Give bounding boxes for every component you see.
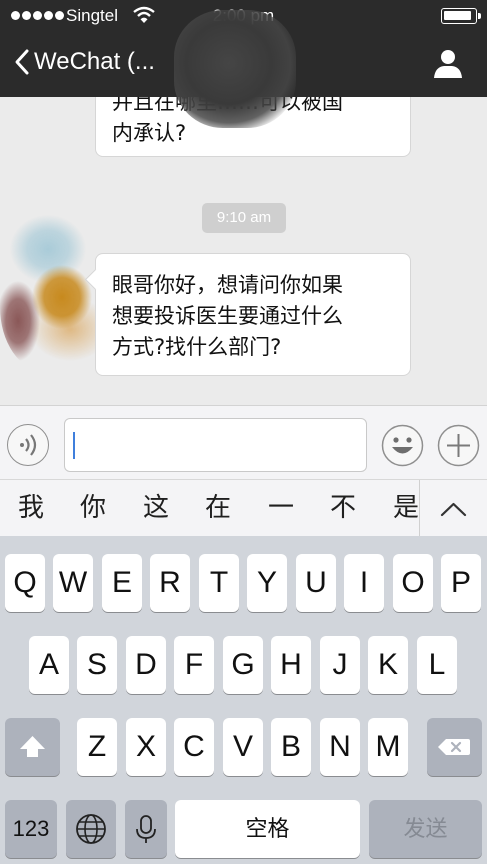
key-c[interactable]: C <box>174 718 214 776</box>
key-g[interactable]: G <box>223 636 263 694</box>
key-d[interactable]: D <box>126 636 166 694</box>
message-timestamp: 9:10 am <box>202 203 286 233</box>
chevron-left-icon <box>15 49 29 75</box>
microphone-icon <box>136 815 156 843</box>
candidate-word[interactable]: 我 <box>6 480 56 537</box>
redaction-scribble <box>174 10 296 128</box>
key-w[interactable]: W <box>53 554 93 612</box>
voice-icon <box>20 434 37 456</box>
chat-title: WeChat (... <box>34 48 155 75</box>
key-j[interactable]: J <box>320 636 360 694</box>
message-line: 眼哥你好，想请问你如果 <box>112 273 343 297</box>
shift-key[interactable] <box>5 718 60 776</box>
shift-icon <box>20 736 45 757</box>
key-t[interactable]: T <box>199 554 239 612</box>
voice-input-button[interactable] <box>7 424 49 466</box>
key-s[interactable]: S <box>77 636 117 694</box>
emoji-icon[interactable] <box>381 424 424 467</box>
message-bubble[interactable]: 眼哥你好，想请问你如果 想要投诉医生要通过什么 方式?找什么部门? <box>95 253 411 376</box>
contact-profile-icon[interactable] <box>432 48 464 80</box>
backspace-icon <box>438 739 470 755</box>
key-q[interactable]: Q <box>5 554 45 612</box>
candidate-word[interactable]: 不 <box>318 480 368 537</box>
candidate-word[interactable]: 你 <box>68 480 118 537</box>
key-z[interactable]: Z <box>77 718 117 776</box>
space-key[interactable]: 空格 <box>175 800 360 858</box>
candidate-bar: 我 你 这 在 一 不 是 <box>0 479 487 537</box>
message-line: 方式?找什么部门? <box>112 335 282 359</box>
key-p[interactable]: P <box>441 554 481 612</box>
plus-icon[interactable] <box>437 424 480 467</box>
candidate-word[interactable]: 这 <box>131 480 181 537</box>
key-o[interactable]: O <box>393 554 433 612</box>
key-y[interactable]: Y <box>247 554 287 612</box>
message-input-bar <box>0 405 487 479</box>
send-key[interactable]: 发送 <box>369 800 482 858</box>
key-f[interactable]: F <box>174 636 214 694</box>
key-n[interactable]: N <box>320 718 360 776</box>
dictation-key[interactable] <box>125 800 167 858</box>
key-r[interactable]: R <box>150 554 190 612</box>
message-line: 想要投诉医生要通过什么 <box>112 304 343 328</box>
key-l[interactable]: L <box>417 636 457 694</box>
key-b[interactable]: B <box>271 718 311 776</box>
key-v[interactable]: V <box>223 718 263 776</box>
key-k[interactable]: K <box>368 636 408 694</box>
key-h[interactable]: H <box>271 636 311 694</box>
candidate-word[interactable]: 一 <box>256 480 306 537</box>
key-u[interactable]: U <box>296 554 336 612</box>
delete-key[interactable] <box>427 718 482 776</box>
globe-key[interactable] <box>66 800 116 858</box>
key-a[interactable]: A <box>29 636 69 694</box>
globe-icon <box>76 814 106 844</box>
key-x[interactable]: X <box>126 718 166 776</box>
text-caret <box>73 432 75 459</box>
chevron-up-icon[interactable] <box>420 480 487 537</box>
key-m[interactable]: M <box>368 718 408 776</box>
candidate-word[interactable]: 在 <box>193 480 243 537</box>
avatar[interactable] <box>0 211 110 371</box>
chat-area[interactable]: 并且在哪里……可以被国 内承认? 9:10 am 眼哥你好，想请问你如果 想要投… <box>0 97 487 405</box>
message-input[interactable] <box>64 418 367 472</box>
battery-icon <box>441 8 481 24</box>
key-i[interactable]: I <box>344 554 384 612</box>
back-button[interactable]: WeChat (... <box>14 48 155 76</box>
key-e[interactable]: E <box>102 554 142 612</box>
keyboard: Q W E R T Y U I O P A S D F G H J K L Z … <box>0 536 487 864</box>
numbers-key[interactable]: 123 <box>5 800 57 858</box>
